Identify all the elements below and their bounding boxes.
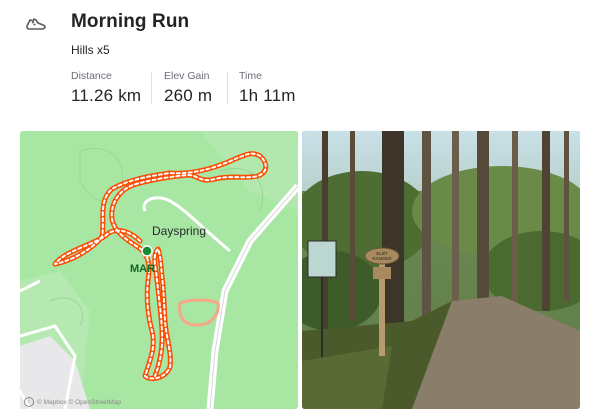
stat-label: Time	[239, 70, 262, 82]
trail-sign-text: ELBT RANGER	[372, 251, 392, 261]
stat-time: Time 1h 11m	[239, 70, 296, 106]
attribution-text: © Mapbox © OpenStreetMap	[37, 398, 122, 406]
stat-value: 260 m	[164, 86, 213, 105]
start-marker	[141, 245, 153, 257]
stat-divider	[151, 72, 152, 104]
stat-label: Distance	[71, 70, 112, 82]
running-shoe-icon	[26, 18, 46, 30]
activity-title[interactable]: Morning Run	[71, 11, 189, 33]
stat-elev-gain: Elev Gain 260 m	[164, 70, 212, 106]
map-attribution: i © Mapbox © OpenStreetMap	[20, 395, 125, 409]
stat-label: Elev Gain	[164, 70, 210, 82]
activity-description: Hills x5	[71, 43, 110, 57]
info-icon[interactable]: i	[24, 397, 34, 407]
map-canvas	[20, 131, 298, 409]
stat-value: 11.26 km	[71, 86, 142, 105]
forest-trail-image	[302, 131, 580, 409]
stat-distance: Distance 11.26 km	[71, 70, 141, 106]
map-marker-label: MAR	[130, 263, 156, 275]
map-place-label: Dayspring	[152, 224, 207, 238]
activity-photo[interactable]: ELBT RANGER	[302, 131, 580, 409]
stat-value: 1h 11m	[239, 86, 296, 105]
info-board	[307, 240, 337, 278]
stat-divider	[227, 72, 228, 104]
route-map[interactable]: Dayspring MAR i © Mapbox © OpenStreetMap	[20, 131, 298, 409]
